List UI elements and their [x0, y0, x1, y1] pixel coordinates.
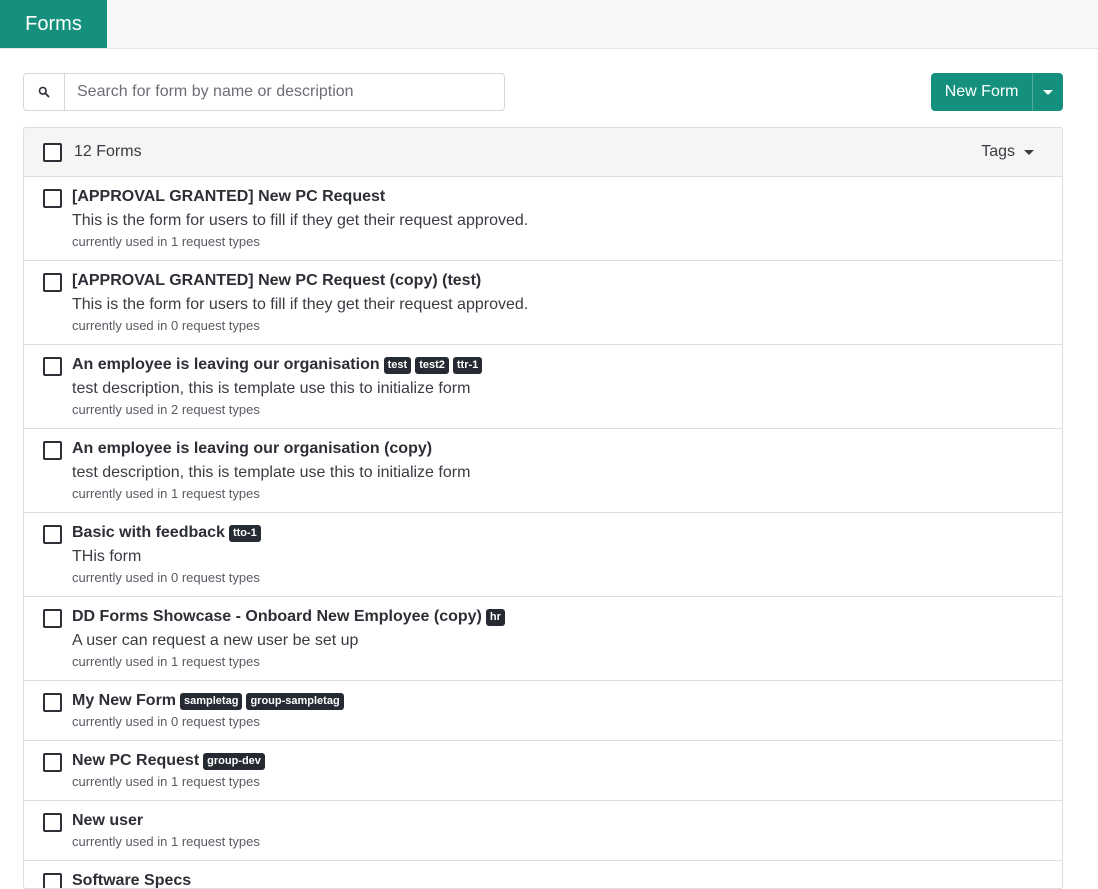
list-item[interactable]: New user currently used in 1 request type…: [24, 801, 1062, 861]
usage-count: currently used in 1 request types: [72, 834, 260, 849]
row-content: My New Form sampletag group-sampletag curre…: [24, 681, 1062, 730]
usage-count: currently used in 1 request types: [72, 654, 260, 669]
row-title-line: My New Form sampletag group-sampletag: [72, 691, 1062, 711]
tag-badge[interactable]: sampletag: [180, 692, 243, 710]
row-checkbox[interactable]: [43, 609, 62, 628]
row-checkbox[interactable]: [43, 189, 62, 208]
form-description: A user can request a new user be set up: [72, 632, 359, 649]
tag-badge[interactable]: group-dev: [203, 752, 265, 770]
new-form-split-button: New Form: [931, 73, 1063, 111]
new-form-dropdown-toggle[interactable]: [1033, 73, 1063, 111]
row-title-line: New PC Request group-dev: [72, 751, 1062, 771]
usage-count: currently used in 0 request types: [72, 714, 260, 729]
list-item[interactable]: Basic with feedback tto-1 THis form current…: [24, 513, 1062, 597]
list-item[interactable]: An employee is leaving our organisation t…: [24, 345, 1062, 429]
form-title[interactable]: DD Forms Showcase - Onboard New Employee…: [72, 608, 482, 626]
row-checkbox[interactable]: [43, 693, 62, 712]
tag-badge[interactable]: tto-1: [228, 524, 261, 542]
row-content: Basic with feedback tto-1 THis form current…: [24, 513, 1062, 586]
usage-count: currently used in 0 request types: [72, 318, 260, 333]
row-checkbox[interactable]: [43, 813, 62, 832]
usage-count: currently used in 1 request types: [72, 234, 260, 249]
tag-badge[interactable]: test2: [415, 356, 449, 374]
tags-filter-label: Tags: [981, 143, 1015, 160]
row-checkbox[interactable]: [43, 525, 62, 544]
form-title[interactable]: My New Form: [72, 692, 176, 710]
list-item[interactable]: DD Forms Showcase - Onboard New Employee…: [24, 597, 1062, 681]
usage-count: currently used in 1 request types: [72, 774, 260, 789]
row-checkbox[interactable]: [43, 273, 62, 292]
row-title-line: An employee is leaving our organisation t…: [72, 355, 1062, 375]
form-title[interactable]: [APPROVAL GRANTED] New PC Request: [72, 188, 385, 206]
form-description: test description, this is template use t…: [72, 464, 471, 481]
toolbar: New Form: [23, 73, 1063, 111]
list-item[interactable]: An employee is leaving our organisation …: [24, 429, 1062, 513]
form-description: test description, this is template use t…: [72, 380, 471, 397]
list-header: 12 Forms Tags: [24, 128, 1062, 177]
search-input[interactable]: [65, 75, 504, 109]
list-item[interactable]: My New Form sampletag group-sampletag curre…: [24, 681, 1062, 741]
chevron-down-icon: [1024, 149, 1034, 155]
form-title[interactable]: [APPROVAL GRANTED] New PC Request (copy)…: [72, 272, 481, 290]
form-title[interactable]: An employee is leaving our organisation …: [72, 440, 432, 458]
select-all-checkbox[interactable]: [43, 142, 62, 162]
form-title[interactable]: An employee is leaving our organisation: [72, 356, 380, 374]
row-content: DD Forms Showcase - Onboard New Employee…: [24, 597, 1062, 670]
tab-forms[interactable]: Forms: [0, 0, 107, 48]
list-item[interactable]: [APPROVAL GRANTED] New PC Request (copy)…: [24, 261, 1062, 345]
search-box: [23, 73, 505, 111]
row-content: New PC Request group-dev currently used in…: [24, 741, 1062, 790]
form-title[interactable]: New user: [72, 812, 143, 830]
row-checkbox[interactable]: [43, 441, 62, 460]
list-item[interactable]: New PC Request group-dev currently used in…: [24, 741, 1062, 801]
form-rows: [APPROVAL GRANTED] New PC Request This is…: [24, 177, 1062, 888]
form-description: This is the form for users to fill if th…: [72, 296, 529, 313]
row-content: An employee is leaving our organisation t…: [24, 345, 1062, 418]
list-item[interactable]: Software Specs: [24, 861, 1062, 888]
row-title-line: New user: [72, 811, 1062, 831]
form-title[interactable]: New PC Request: [72, 752, 199, 770]
row-content: An employee is leaving our organisation …: [24, 429, 1062, 502]
tags-filter-dropdown[interactable]: Tags: [981, 128, 1034, 176]
row-title-line: [APPROVAL GRANTED] New PC Request: [72, 187, 1062, 207]
tag-badge[interactable]: ttr-1: [452, 356, 483, 374]
row-content: Software Specs: [24, 861, 1062, 888]
form-description: This is the form for users to fill if th…: [72, 212, 529, 229]
chevron-down-icon: [1043, 89, 1054, 95]
tag-badge[interactable]: group-sampletag: [246, 692, 344, 710]
row-checkbox[interactable]: [43, 873, 62, 888]
row-title-line: DD Forms Showcase - Onboard New Employee…: [72, 607, 1062, 627]
row-content: [APPROVAL GRANTED] New PC Request This is…: [24, 177, 1062, 250]
row-title-line: Basic with feedback tto-1: [72, 523, 1062, 543]
row-title-line: Software Specs: [72, 871, 1062, 888]
list-item[interactable]: [APPROVAL GRANTED] New PC Request This is…: [24, 177, 1062, 261]
tag-badge[interactable]: hr: [485, 608, 505, 626]
top-nav: Forms: [0, 0, 1098, 49]
row-checkbox[interactable]: [43, 357, 62, 376]
row-checkbox[interactable]: [43, 753, 62, 772]
row-title-line: An employee is leaving our organisation …: [72, 439, 1062, 459]
row-content: New user currently used in 1 request type…: [24, 801, 1062, 850]
forms-list: 12 Forms Tags [APPROVAL GRANTED] New PC …: [23, 127, 1063, 889]
usage-count: currently used in 1 request types: [72, 486, 260, 501]
search-icon[interactable]: [24, 74, 65, 110]
usage-count: currently used in 2 request types: [72, 402, 260, 417]
forms-count: 12 Forms: [74, 143, 142, 160]
row-content: [APPROVAL GRANTED] New PC Request (copy)…: [24, 261, 1062, 334]
row-title-line: [APPROVAL GRANTED] New PC Request (copy)…: [72, 271, 1062, 291]
usage-count: currently used in 0 request types: [72, 570, 260, 585]
form-description: THis form: [72, 548, 142, 565]
form-title[interactable]: Basic with feedback: [72, 524, 225, 542]
new-form-button[interactable]: New Form: [931, 73, 1034, 111]
tag-badge[interactable]: test: [383, 356, 412, 374]
